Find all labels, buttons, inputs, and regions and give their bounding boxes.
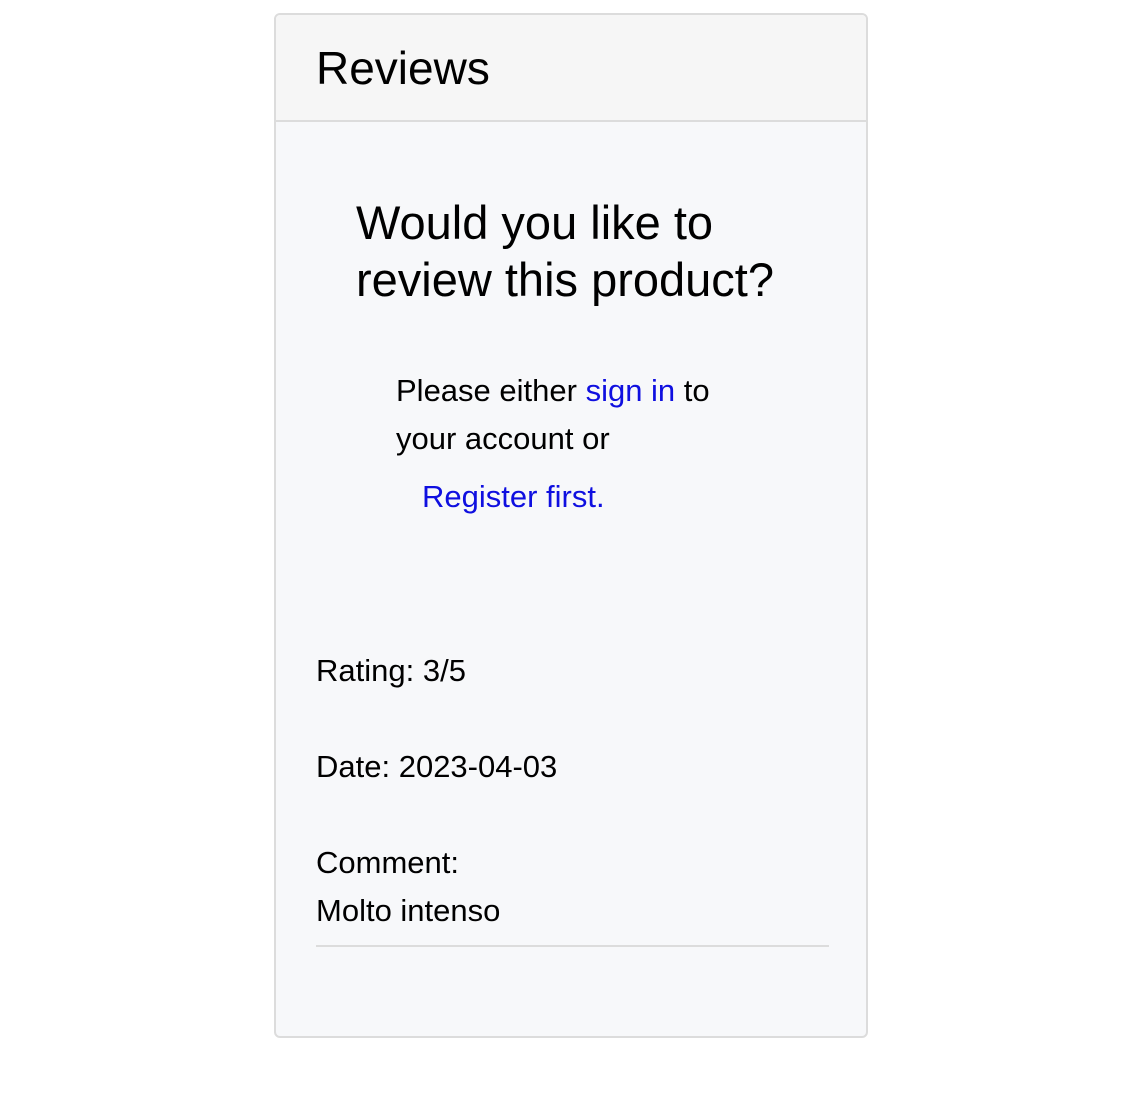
review-prompt-heading: Would you like to review this product? xyxy=(356,196,774,306)
review-comment-text: Molto intenso xyxy=(316,893,501,928)
review-date: Date: 2023-04-03 xyxy=(316,749,558,784)
reviews-header: Reviews xyxy=(276,15,866,122)
review-prompt-text: Please either sign in to your account or xyxy=(396,367,736,463)
review-divider xyxy=(316,945,829,947)
reviews-title: Reviews xyxy=(316,42,490,94)
review-rating: Rating: 3/5 xyxy=(316,653,466,688)
prompt-text-before: Please either xyxy=(396,373,586,408)
review-comment: Comment: Molto intenso xyxy=(316,839,500,935)
reviews-card: Reviews Would you like to review this pr… xyxy=(274,13,868,1038)
review-comment-label: Comment: xyxy=(316,845,459,880)
register-link[interactable]: Register first. xyxy=(422,477,605,517)
sign-in-link[interactable]: sign in xyxy=(586,373,676,408)
